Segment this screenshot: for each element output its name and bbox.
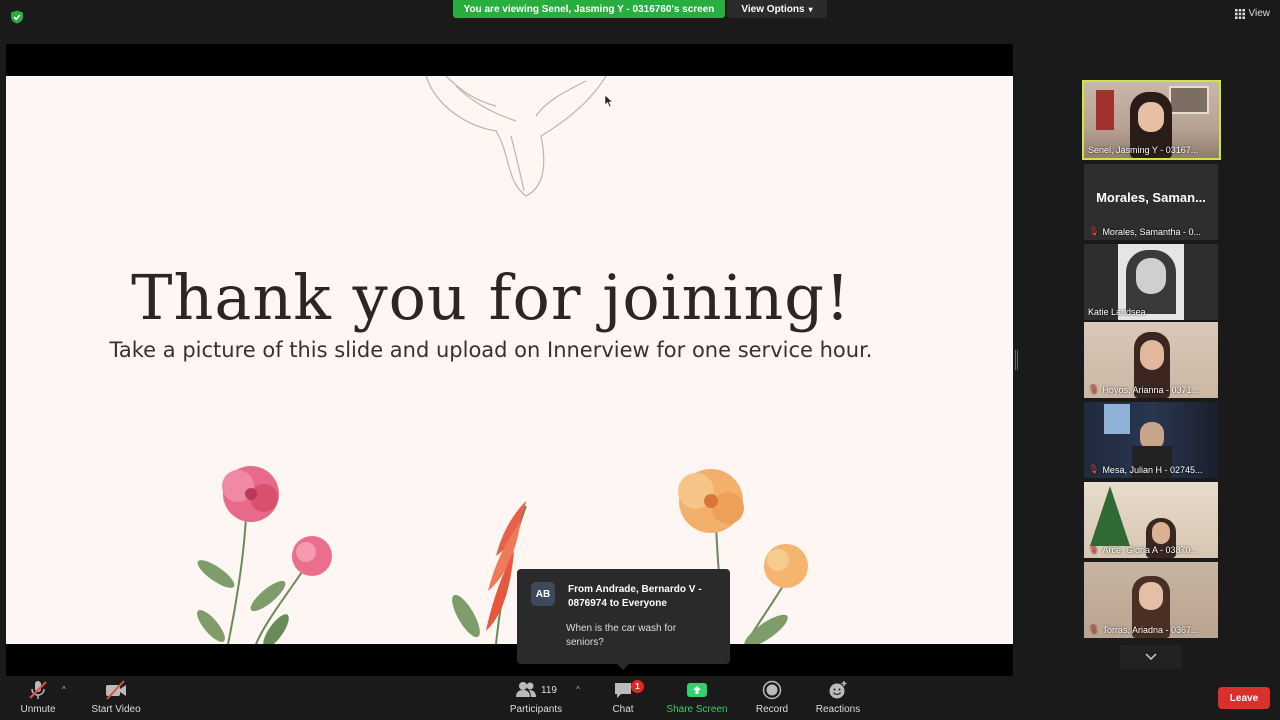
share-screen-icon bbox=[687, 683, 707, 697]
grid-icon bbox=[1234, 8, 1245, 19]
view-options-label: View Options bbox=[741, 3, 805, 15]
chevron-down-icon: ▾ bbox=[808, 4, 813, 14]
chat-message: When is the car wash for seniors? bbox=[566, 623, 677, 648]
gallery-next-page-button[interactable] bbox=[1120, 645, 1182, 669]
chat-label: Chat bbox=[612, 704, 634, 715]
muted-mic-icon: 🎙︎ bbox=[1088, 624, 1100, 634]
unmute-button[interactable]: Unmute bbox=[18, 678, 58, 720]
avatar: AB bbox=[531, 582, 555, 606]
shared-screen[interactable]: Thank you for joining! Take a picture of… bbox=[6, 44, 1013, 676]
participants-button[interactable]: 119 Participants bbox=[506, 678, 566, 720]
reactions-button[interactable]: Reactions bbox=[815, 678, 861, 720]
view-label: View bbox=[1248, 8, 1271, 19]
encryption-shield-icon[interactable] bbox=[10, 10, 24, 24]
flower-illustration-decoration bbox=[197, 466, 808, 644]
slide-title: Thank you for joining! bbox=[131, 261, 851, 334]
panel-resize-handle[interactable] bbox=[1015, 350, 1018, 370]
participants-icon bbox=[516, 682, 537, 697]
muted-mic-icon: 🎙︎ bbox=[1088, 544, 1100, 554]
participants-count: 119 bbox=[541, 684, 557, 696]
participant-tile[interactable]: 🎙︎ Mesa, Julian H - 02745... bbox=[1084, 402, 1218, 478]
view-layout-button[interactable]: View bbox=[1234, 8, 1271, 19]
unmute-label: Unmute bbox=[20, 704, 56, 715]
muted-mic-icon: 🎙︎ bbox=[1088, 226, 1100, 236]
chevron-down-icon bbox=[1145, 653, 1157, 661]
share-screen-button[interactable]: Share Screen bbox=[665, 678, 729, 720]
participant-name: 🎙︎ Mesa, Julian H - 02745... bbox=[1088, 464, 1203, 475]
start-video-label: Start Video bbox=[91, 704, 141, 715]
muted-mic-icon bbox=[29, 681, 47, 699]
reactions-label: Reactions bbox=[815, 704, 861, 715]
record-button[interactable]: Record bbox=[752, 678, 792, 720]
record-label: Record bbox=[755, 704, 789, 715]
participant-display-name: Morales, Saman... bbox=[1096, 190, 1206, 205]
audio-options-caret-icon[interactable]: ^ bbox=[62, 685, 66, 694]
participant-tile[interactable]: Senel, Jasming Y - 03167... bbox=[1082, 80, 1221, 160]
share-screen-label: Share Screen bbox=[666, 704, 728, 715]
participant-name: 🎙︎ Arce, Gloria A - 03870... bbox=[1088, 544, 1198, 555]
view-options-button[interactable]: View Options ▾ bbox=[727, 0, 827, 18]
participant-name: Senel, Jasming Y - 03167... bbox=[1088, 145, 1199, 155]
slide-subtitle: Take a picture of this slide and upload … bbox=[109, 338, 873, 362]
presentation-slide: Thank you for joining! Take a picture of… bbox=[6, 76, 1013, 644]
video-off-icon bbox=[106, 680, 126, 700]
chat-sender: From Andrade, Bernardo V - 0876974 to Ev… bbox=[568, 584, 702, 609]
participant-tile[interactable]: Katie Landsea bbox=[1084, 244, 1218, 320]
participants-label: Participants bbox=[509, 704, 563, 715]
chat-unread-badge: 1 bbox=[631, 680, 644, 693]
flower-outline-decoration bbox=[425, 76, 607, 197]
participant-tile[interactable]: Morales, Saman... 🎙︎ Morales, Samantha -… bbox=[1084, 164, 1218, 240]
participant-tile[interactable]: 🎙︎ Hoyos, Arianna - 0371... bbox=[1084, 322, 1218, 398]
participant-name: 🎙︎ Hoyos, Arianna - 0371... bbox=[1088, 384, 1199, 395]
viewing-screen-banner: You are viewing Senel, Jasming Y - 03167… bbox=[453, 0, 725, 18]
participant-tile[interactable]: 🎙︎ Torras, Ariadna - 0367... bbox=[1084, 562, 1218, 638]
muted-mic-icon: 🎙︎ bbox=[1088, 384, 1100, 394]
mouse-cursor-icon bbox=[604, 94, 614, 108]
participant-name: 🎙︎ Torras, Ariadna - 0367... bbox=[1088, 624, 1199, 635]
chat-bubble-icon bbox=[615, 683, 631, 698]
leave-button[interactable]: Leave bbox=[1218, 687, 1270, 709]
participant-name: Katie Landsea bbox=[1088, 307, 1146, 317]
viewing-banner-text: You are viewing Senel, Jasming Y - 03167… bbox=[463, 3, 715, 15]
zoom-meeting-window: You are viewing Senel, Jasming Y - 03167… bbox=[0, 0, 1280, 720]
chat-notification-popup[interactable]: AB From Andrade, Bernardo V - 0876974 to… bbox=[517, 569, 730, 670]
participant-tile[interactable]: 🎙︎ Arce, Gloria A - 03870... bbox=[1084, 482, 1218, 558]
leave-label: Leave bbox=[1229, 692, 1259, 704]
muted-mic-icon: 🎙︎ bbox=[1088, 464, 1100, 474]
start-video-button[interactable]: Start Video bbox=[88, 678, 144, 720]
record-icon bbox=[762, 680, 782, 700]
participant-name: 🎙︎ Morales, Samantha - 0... bbox=[1088, 226, 1201, 237]
reactions-smiley-icon bbox=[829, 681, 847, 699]
chat-button[interactable]: 1 Chat bbox=[608, 678, 644, 720]
participants-options-caret-icon[interactable]: ^ bbox=[576, 685, 580, 694]
meeting-toolbar: Unmute ^ Start Video 119 Participants ^ … bbox=[0, 676, 1280, 720]
